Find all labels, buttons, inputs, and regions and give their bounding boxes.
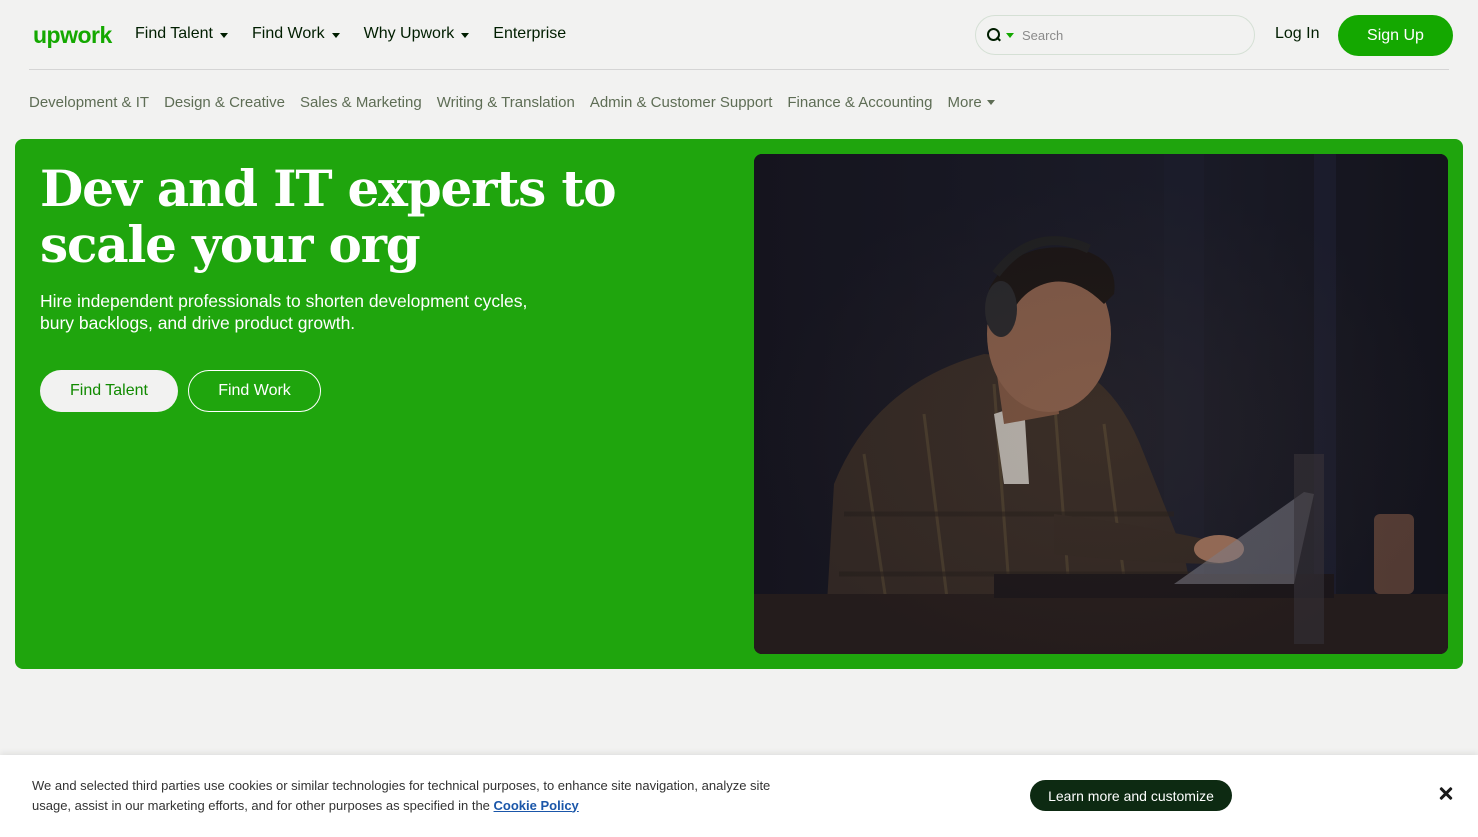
hero-photo	[754, 154, 1448, 654]
search-box	[975, 15, 1255, 55]
category-bar: Development & IT Design & Creative Sales…	[29, 92, 1010, 112]
header-divider	[29, 69, 1449, 70]
top-nav: Find Talent Find Work Why Upwork Enterpr…	[135, 22, 590, 46]
developer-photo-icon	[754, 154, 1448, 654]
nav-why-upwork-label: Why Upwork	[363, 25, 455, 42]
category-design-creative[interactable]: Design & Creative	[164, 94, 285, 111]
category-more[interactable]: More	[947, 93, 995, 111]
search-input[interactable]	[1022, 27, 1222, 43]
close-icon[interactable]	[1436, 784, 1456, 804]
hero-find-work-button[interactable]: Find Work	[188, 370, 321, 412]
cookie-policy-link[interactable]: Cookie Policy	[494, 798, 579, 813]
category-finance-accounting[interactable]: Finance & Accounting	[787, 94, 932, 111]
nav-find-talent-label: Find Talent	[135, 25, 213, 42]
hero-banner: Dev and IT experts to scale your org Hir…	[15, 139, 1463, 669]
nav-why-upwork[interactable]: Why Upwork	[364, 25, 470, 43]
search-icon[interactable]	[986, 27, 1002, 43]
category-writing-translation[interactable]: Writing & Translation	[437, 94, 575, 111]
login-link[interactable]: Log In	[1275, 25, 1319, 43]
nav-find-work[interactable]: Find Work	[252, 25, 340, 43]
site-header: upwork Find Talent Find Work Why Upwork …	[0, 0, 1478, 70]
hero-subtitle: Hire independent professionals to shorte…	[40, 290, 600, 334]
nav-enterprise[interactable]: Enterprise	[493, 25, 566, 43]
learn-more-button[interactable]: Learn more and customize	[1030, 780, 1232, 811]
hero-title-line-2: scale your org	[40, 215, 421, 274]
signup-button[interactable]: Sign Up	[1338, 15, 1453, 56]
nav-find-work-label: Find Work	[251, 25, 325, 42]
cookie-message: We and selected third parties use cookie…	[32, 778, 771, 813]
nav-enterprise-label: Enterprise	[493, 25, 567, 42]
upwork-logo[interactable]: upwork	[33, 20, 117, 50]
nav-find-talent[interactable]: Find Talent	[135, 25, 228, 43]
chevron-down-icon	[461, 32, 470, 38]
hero-title: Dev and IT experts to scale your org	[40, 161, 640, 273]
cookie-banner: We and selected third parties use cookie…	[0, 755, 1478, 837]
hero-title-line-1: Dev and IT experts to	[40, 159, 617, 218]
search-type-chevron-icon[interactable]	[1006, 32, 1014, 38]
chevron-down-icon	[219, 32, 228, 38]
hero-find-talent-button[interactable]: Find Talent	[40, 370, 178, 412]
cookie-text: We and selected third parties use cookie…	[32, 776, 802, 815]
hero-subtitle-line-1: Hire independent professionals to shorte…	[40, 291, 528, 311]
hero-subtitle-line-2: bury backlogs, and drive product growth.	[40, 313, 356, 333]
category-development-it[interactable]: Development & IT	[29, 94, 149, 111]
chevron-down-icon	[986, 100, 995, 105]
category-more-label: More	[947, 93, 982, 111]
chevron-down-icon	[331, 32, 340, 38]
category-sales-marketing[interactable]: Sales & Marketing	[300, 94, 422, 111]
category-admin-support[interactable]: Admin & Customer Support	[590, 94, 773, 111]
